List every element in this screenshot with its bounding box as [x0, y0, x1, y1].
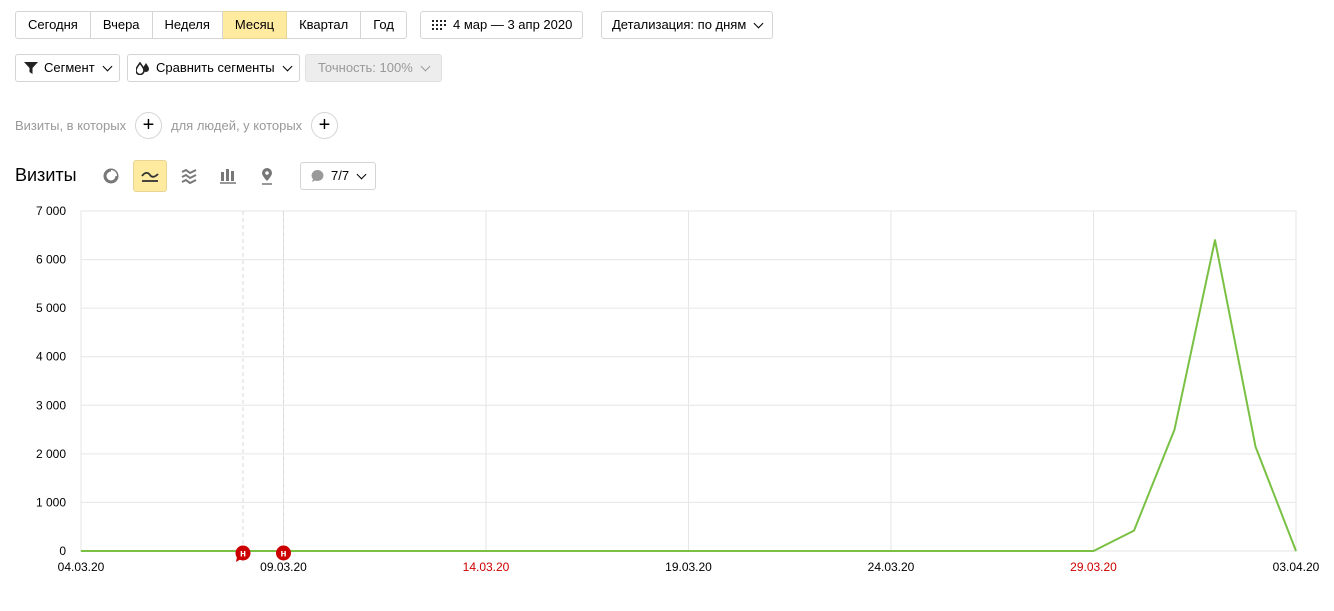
data-point — [121, 550, 122, 552]
pie-chart-icon — [103, 168, 119, 184]
bar-view-button[interactable] — [211, 160, 245, 192]
period-button-1[interactable]: Вчера — [90, 11, 153, 39]
data-point — [323, 550, 325, 552]
line-view-button[interactable] — [133, 160, 167, 192]
y-tick-label: 5 000 — [36, 301, 66, 315]
data-point — [1012, 550, 1013, 552]
data-point — [728, 550, 730, 552]
y-tick-label: 6 000 — [36, 253, 66, 267]
comments-dropdown[interactable]: 7/7 — [300, 162, 377, 190]
chevron-down-icon — [102, 61, 113, 71]
data-point — [445, 550, 446, 552]
compare-segments-button[interactable]: Сравнить сегменты — [127, 54, 300, 82]
period-button-3[interactable]: Месяц — [222, 11, 288, 39]
date-range-button[interactable]: 4 мар — 3 апр 2020 — [420, 11, 584, 39]
compare-label: Сравнить сегменты — [156, 60, 275, 75]
segment-button[interactable]: Сегмент — [15, 54, 120, 82]
data-point — [364, 550, 365, 552]
calendar-icon — [432, 20, 446, 30]
comment-icon — [311, 169, 324, 182]
data-point — [1093, 550, 1094, 552]
x-tick-label: 04.03.20 — [58, 560, 105, 574]
visits-filter-label: Визиты, в которых — [15, 118, 127, 133]
people-filter-label: для людей, у которых — [171, 118, 303, 133]
data-point — [161, 550, 163, 552]
line-chart-icon — [141, 171, 159, 182]
data-point — [769, 550, 770, 552]
data-point — [1295, 550, 1297, 552]
data-point — [1255, 446, 1256, 448]
drops-icon — [136, 61, 149, 75]
x-tick-label: 14.03.20 — [463, 560, 510, 574]
y-tick-label: 2 000 — [36, 447, 66, 461]
data-point — [931, 550, 932, 552]
data-point — [971, 550, 973, 552]
x-tick-label: 09.03.20 — [260, 560, 307, 574]
data-point — [647, 550, 649, 552]
map-pin-icon — [262, 168, 272, 185]
add-people-condition-button[interactable]: + — [311, 112, 338, 139]
filter-icon — [24, 62, 38, 74]
x-tick-label: 03.04.20 — [1273, 560, 1320, 574]
data-point — [850, 550, 851, 552]
segment-label: Сегмент — [44, 60, 95, 75]
period-button-2[interactable]: Неделя — [152, 11, 223, 39]
pie-view-button[interactable] — [94, 160, 128, 192]
visits-line-chart: 0 1 000 2 000 3 000 4 000 5 000 6 000 7 000 04.0… — [36, 204, 1320, 574]
accuracy-dropdown[interactable]: Точность: 100% — [305, 54, 442, 82]
comments-count: 7/7 — [331, 168, 350, 183]
data-point — [202, 550, 203, 552]
detail-dropdown[interactable]: Детализация: по дням — [601, 11, 774, 39]
y-tick-label: 3 000 — [36, 398, 66, 412]
data-point — [80, 550, 82, 552]
area-chart-icon — [181, 168, 197, 184]
period-button-4[interactable]: Квартал — [287, 11, 362, 39]
accuracy-label: Точность: 100% — [318, 60, 413, 75]
x-tick-label: 29.03.20 — [1070, 560, 1117, 574]
data-point — [1133, 530, 1135, 532]
add-visits-condition-button[interactable]: + — [135, 112, 162, 139]
chevron-down-icon — [282, 61, 293, 71]
data-point — [1214, 239, 1216, 241]
y-tick-label: 1 000 — [36, 495, 66, 509]
data-point — [485, 550, 487, 552]
detail-label: Детализация: по дням — [612, 17, 747, 32]
x-tick-label: 19.03.20 — [665, 560, 712, 574]
data-point — [404, 550, 406, 552]
data-point — [566, 550, 568, 552]
bar-chart-icon — [220, 169, 236, 184]
chevron-down-icon — [753, 18, 764, 28]
y-tick-label: 0 — [59, 544, 66, 558]
x-tick-label: 24.03.20 — [868, 560, 915, 574]
map-view-button[interactable] — [250, 160, 284, 192]
data-point — [526, 550, 527, 552]
date-range-label: 4 мар — 3 апр 2020 — [453, 17, 573, 32]
area-view-button[interactable] — [172, 160, 206, 192]
data-point — [809, 550, 811, 552]
chevron-down-icon — [420, 61, 431, 71]
annotation-marker-label: н — [240, 549, 246, 560]
data-point — [1052, 550, 1054, 552]
y-tick-label: 4 000 — [36, 350, 66, 364]
chart-title: Визиты — [15, 165, 77, 185]
data-point — [688, 550, 689, 552]
data-point — [607, 550, 608, 552]
y-tick-label: 7 000 — [36, 204, 66, 218]
period-selector: Сегодня Вчера Неделя Месяц Квартал Год — [15, 11, 407, 39]
period-button-0[interactable]: Сегодня — [15, 11, 91, 39]
data-point — [890, 550, 892, 552]
data-point — [1174, 429, 1175, 431]
annotation-marker-label: н — [280, 549, 286, 560]
period-button-5[interactable]: Год — [361, 11, 407, 39]
chevron-down-icon — [356, 169, 367, 179]
